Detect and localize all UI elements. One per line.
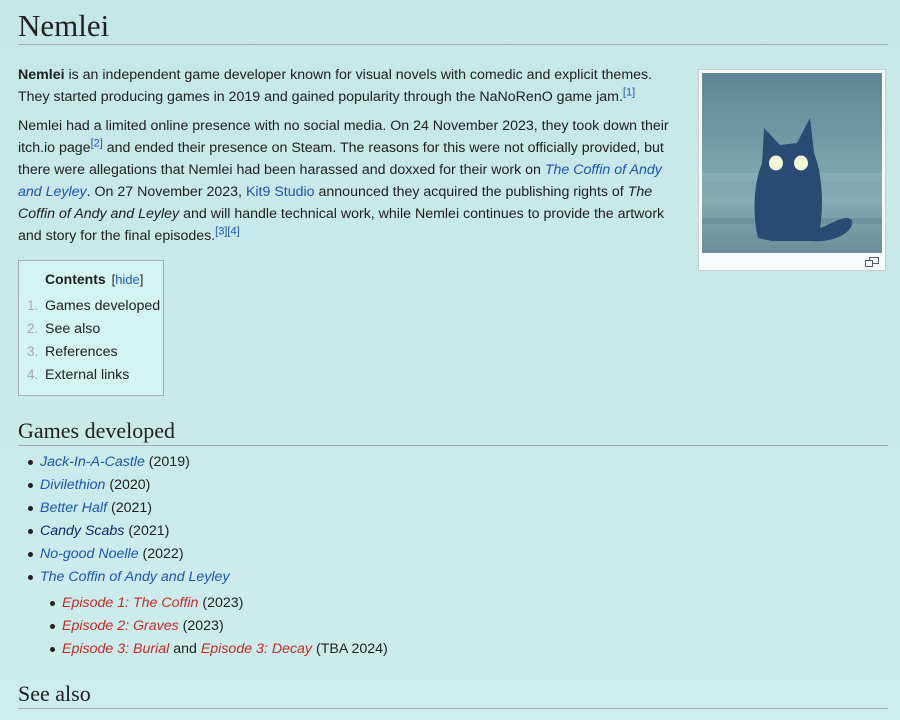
table-of-contents: Contents [hide] 1. Games developed 2. See … xyxy=(18,260,164,396)
intro-paragraph-1: Nemlei is an independent game developer … xyxy=(18,64,678,108)
game-year: (2021) xyxy=(124,523,170,539)
cat-silhouette-image[interactable] xyxy=(702,73,882,253)
toc-hide-link[interactable]: hide xyxy=(115,272,140,287)
reference-link-3[interactable]: [3] xyxy=(215,225,227,237)
list-item: Divilethion (2020) xyxy=(18,474,230,497)
list-item: The Coffin of Andy and Leyley Episode 1:… xyxy=(18,566,388,657)
toc-title-text: Contents xyxy=(45,271,106,287)
game-year: (2019) xyxy=(144,454,190,470)
game-link[interactable]: Better Half xyxy=(40,500,107,516)
toc-bracket: ] xyxy=(139,272,144,287)
toc-list: 1. Games developed 2. See also 3. Reference… xyxy=(27,296,160,388)
toc-item-references[interactable]: 3. References xyxy=(27,342,160,365)
game-link[interactable]: Jack-In-A-Castle xyxy=(40,454,145,470)
episode-redlink[interactable]: Episode 3: Decay xyxy=(201,641,312,657)
toc-item-games-developed[interactable]: 1. Games developed xyxy=(27,296,160,319)
infobox-thumbnail xyxy=(698,69,886,271)
episode-year: (TBA 2024) xyxy=(312,641,388,657)
toc-number: 1. xyxy=(27,298,39,313)
episode-redlink[interactable]: Episode 2: Graves xyxy=(62,618,179,634)
game-link[interactable]: No-good Noelle xyxy=(40,546,139,562)
reference-link-4[interactable]: [4] xyxy=(227,225,239,237)
episode-item: Episode 1: The Coffin (2023) xyxy=(18,592,388,615)
episode-redlink[interactable]: Episode 1: The Coffin xyxy=(62,595,198,611)
list-item: No-good Noelle (2022) xyxy=(18,543,230,566)
game-year: (2020) xyxy=(105,477,151,493)
toc-toggle: [hide] xyxy=(112,272,144,287)
list-item: Better Half (2021) xyxy=(18,497,230,520)
toc-number: 2. xyxy=(27,321,39,336)
toc-number: 4. xyxy=(27,367,39,382)
list-item: Candy Scabs (2021) xyxy=(18,520,230,543)
game-link-visited[interactable]: Candy Scabs xyxy=(40,523,124,539)
kit9-studio-link[interactable]: Kit9 Studio xyxy=(246,184,315,200)
episode-year: (2023) xyxy=(198,595,244,611)
toc-link[interactable]: See also xyxy=(45,321,100,337)
game-link[interactable]: The Coffin of Andy and Leyley xyxy=(40,569,230,585)
section-heading-see-also: See also xyxy=(18,680,888,709)
subject-name: Nemlei xyxy=(18,67,65,83)
toc-number: 3. xyxy=(27,344,39,359)
reference-link-2[interactable]: [2] xyxy=(91,137,103,149)
game-year: (2022) xyxy=(138,546,184,562)
toc-link[interactable]: External links xyxy=(45,367,129,383)
toc-link[interactable]: Games developed xyxy=(45,298,160,314)
intro-paragraph-2: Nemlei had a limited online presence wit… xyxy=(18,115,678,247)
article: Nemlei Nemlei is an independent game dev… xyxy=(18,0,888,709)
episode-redlink[interactable]: Episode 3: Burial xyxy=(62,641,169,657)
toc-heading: Contents [hide] xyxy=(45,271,143,287)
list-item: Jack-In-A-Castle (2019) xyxy=(18,451,230,474)
conjunction-text: and xyxy=(169,641,201,657)
section-heading-games-developed: Games developed xyxy=(18,417,888,446)
games-list: Jack-In-A-Castle (2019) Divilethion (202… xyxy=(18,451,388,657)
paragraph-text: . On 27 November 2023, xyxy=(86,184,246,200)
magnify-icon[interactable] xyxy=(865,257,879,267)
toc-item-see-also[interactable]: 2. See also xyxy=(27,319,160,342)
toc-link[interactable]: References xyxy=(45,344,118,360)
episode-item: Episode 3: Burial and Episode 3: Decay (… xyxy=(18,638,388,661)
intro-text: is an independent game developer known f… xyxy=(18,67,653,105)
game-link[interactable]: Divilethion xyxy=(40,477,105,493)
reference-link-1[interactable]: [1] xyxy=(623,86,635,98)
toc-item-external-links[interactable]: 4. External links xyxy=(27,365,160,388)
game-year: (2021) xyxy=(107,500,152,516)
episodes-list: Episode 1: The Coffin (2023) Episode 2: … xyxy=(18,592,388,661)
page-title: Nemlei xyxy=(18,0,888,45)
paragraph-text: announced they acquired the publishing r… xyxy=(314,184,628,200)
episode-item: Episode 2: Graves (2023) xyxy=(18,615,388,638)
episode-year: (2023) xyxy=(178,618,224,634)
